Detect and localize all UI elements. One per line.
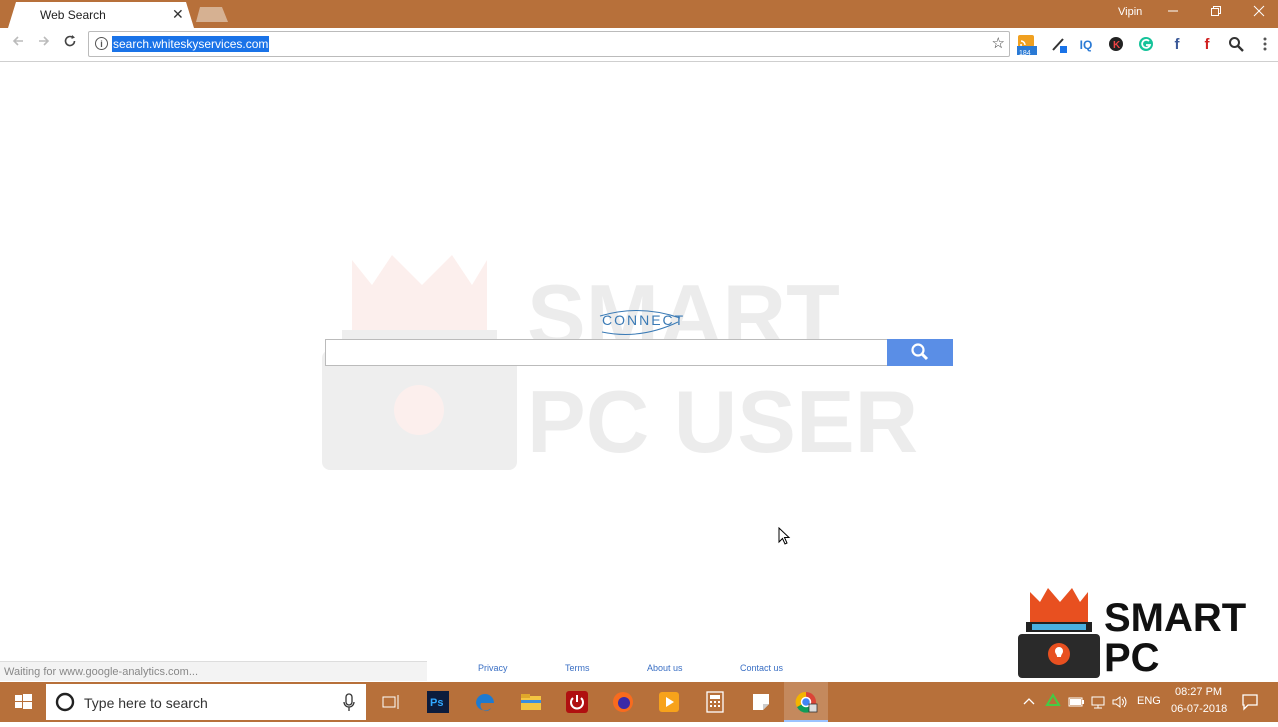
tab-title: Web Search [40, 8, 106, 22]
search-input[interactable] [325, 339, 888, 366]
footer-terms-link[interactable]: Terms [565, 663, 590, 673]
firefox-icon[interactable] [610, 689, 636, 715]
mouse-cursor-icon [778, 527, 791, 545]
facebook-icon[interactable]: f [1168, 36, 1186, 54]
svg-text:Ps: Ps [430, 697, 443, 709]
edge-icon[interactable] [472, 689, 498, 715]
facebook-red-icon[interactable]: f [1198, 36, 1216, 54]
clock-time[interactable]: 08:27 PM [1175, 686, 1222, 698]
tab-close-icon[interactable]: ✕ [172, 6, 184, 23]
language-indicator[interactable]: ENG [1137, 695, 1161, 707]
taskbar-search-placeholder: Type here to search [84, 695, 208, 711]
browser-toolbar: i search.whiteskyservices.com ☆ 184 IQ K… [0, 28, 1278, 62]
rss-extension-icon[interactable]: 184 [1017, 34, 1037, 57]
brand-line1: SMART [1104, 596, 1247, 640]
svg-text:K: K [1113, 40, 1121, 51]
url-text[interactable]: search.whiteskyservices.com [112, 36, 270, 52]
taskbar-search-input[interactable]: Type here to search [46, 684, 366, 720]
network-icon[interactable] [1089, 693, 1107, 711]
show-hidden-icons-icon[interactable] [1022, 694, 1036, 708]
battery-icon[interactable] [1067, 693, 1085, 711]
taskbar: Type here to search Ps ENG 08:27 PM 06-0… [0, 682, 1278, 722]
new-tab-button[interactable] [196, 7, 228, 22]
forward-icon[interactable] [34, 34, 54, 54]
file-explorer-icon[interactable] [518, 689, 544, 715]
chrome-taskbar-icon[interactable] [784, 682, 828, 722]
photoshop-icon[interactable]: Ps [425, 689, 451, 715]
address-bar[interactable]: i search.whiteskyservices.com ☆ [88, 31, 1010, 57]
clock-date[interactable]: 06-07-2018 [1171, 703, 1227, 715]
back-icon[interactable] [8, 34, 28, 54]
restore-icon[interactable] [1203, 3, 1229, 23]
bookmark-star-icon[interactable]: ☆ [992, 34, 1005, 52]
microphone-icon[interactable] [342, 693, 356, 713]
video-player-icon[interactable] [656, 689, 682, 715]
connect-logo: CONNECT [590, 308, 690, 336]
power-app-icon[interactable] [564, 689, 590, 715]
browser-tab[interactable]: Web Search ✕ [8, 2, 194, 28]
cortana-icon [55, 692, 75, 712]
rss-badge: 184 [1019, 50, 1031, 57]
profile-name[interactable]: Vipin [1118, 6, 1142, 18]
windows-icon [15, 694, 32, 709]
action-center-icon[interactable] [1240, 692, 1260, 712]
start-button[interactable] [0, 682, 46, 722]
calculator-icon[interactable] [702, 689, 728, 715]
footer-contact-link[interactable]: Contact us [740, 663, 783, 673]
reload-icon[interactable] [60, 34, 80, 54]
search-extension-icon[interactable] [1227, 36, 1245, 54]
status-bar: Waiting for www.google-analytics.com... [0, 661, 427, 681]
close-window-icon[interactable] [1246, 3, 1272, 23]
site-info-icon[interactable]: i [95, 37, 108, 50]
logo-text: CONNECT [602, 312, 686, 328]
brand-robot-icon [1018, 588, 1100, 678]
brand-watermark: SMART PC USER [1018, 588, 1276, 718]
footer-about-link[interactable]: About us [647, 663, 683, 673]
search-button[interactable] [887, 339, 953, 366]
iq-extension-icon[interactable]: IQ [1077, 36, 1095, 54]
search-icon [911, 343, 929, 361]
sticky-notes-icon[interactable] [748, 689, 774, 715]
recycle-tray-icon[interactable] [1044, 693, 1062, 711]
watermark-line2: PC USER [527, 372, 919, 471]
minimize-icon[interactable] [1160, 3, 1186, 23]
menu-icon[interactable] [1256, 36, 1274, 54]
grammarly-icon[interactable] [1137, 36, 1155, 54]
pen-extension-icon[interactable] [1050, 36, 1068, 54]
browser-title-bar: Web Search ✕ Vipin [0, 0, 1278, 28]
k-extension-icon[interactable]: K [1107, 36, 1125, 54]
volume-icon[interactable] [1111, 693, 1129, 711]
task-view-icon[interactable] [378, 689, 404, 715]
footer-privacy-link[interactable]: Privacy [478, 663, 508, 673]
